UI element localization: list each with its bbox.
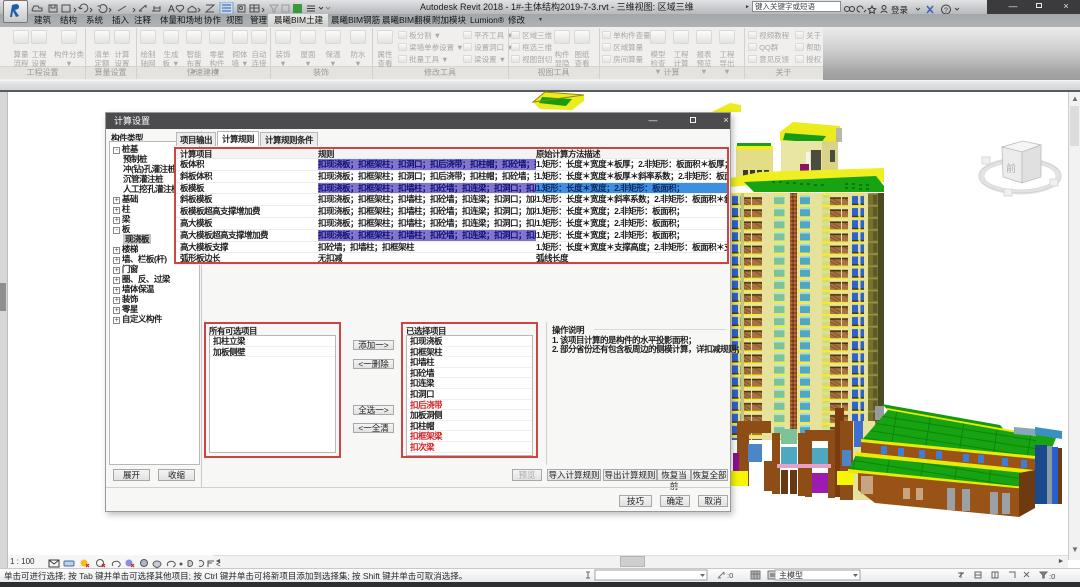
svg-text::0: :0 <box>1049 572 1055 581</box>
svg-text:前: 前 <box>1006 162 1016 175</box>
svg-text:A: A <box>168 4 175 14</box>
svg-text:主模型: 主模型 <box>779 570 803 580</box>
svg-text:<: < <box>216 560 221 569</box>
svg-text::0: :0 <box>727 571 733 580</box>
